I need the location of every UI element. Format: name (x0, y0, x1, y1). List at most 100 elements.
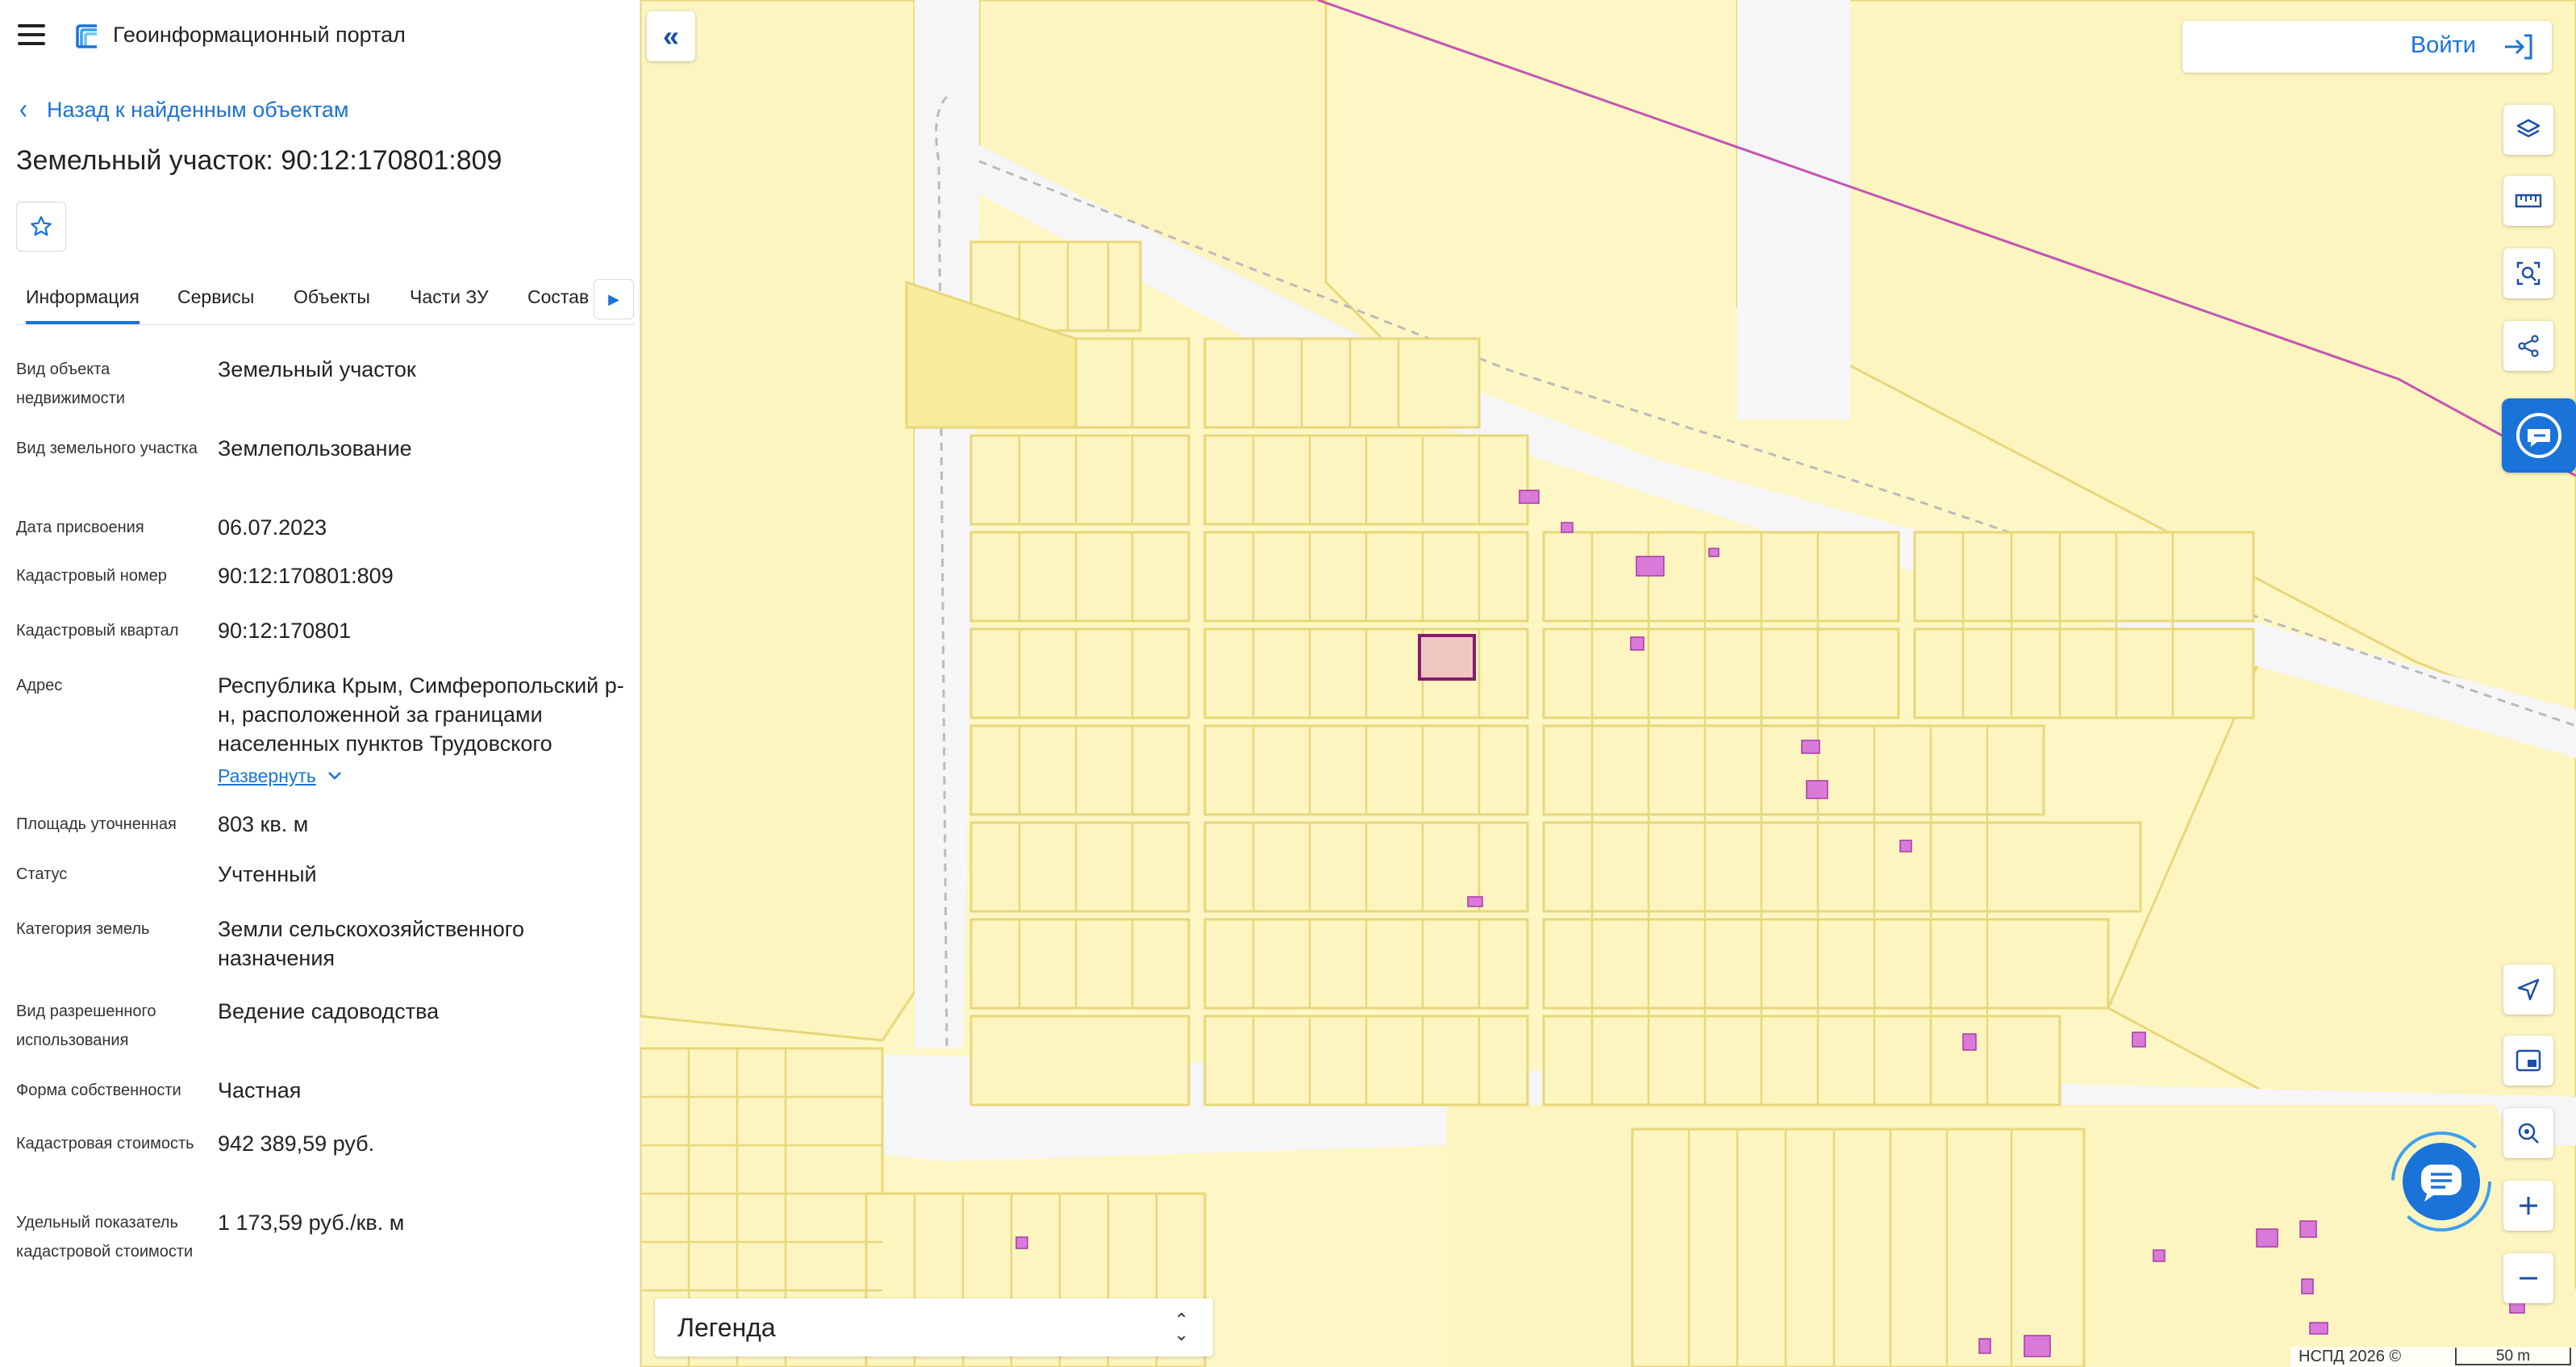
login-button[interactable]: Войти (2182, 21, 2552, 73)
building (1806, 780, 1828, 799)
building (2132, 1032, 2146, 1048)
map-canvas[interactable] (640, 0, 2576, 1367)
building (1561, 522, 1574, 533)
map-parcel-block (1913, 531, 2255, 623)
info-value: Земли сельскохозяйственного назначения (218, 917, 525, 970)
info-value: Частная (218, 1078, 302, 1102)
building (2299, 1220, 2317, 1238)
map-parcel-block (969, 434, 1190, 526)
back-link[interactable]: ‹ Назад к найденным объектам (19, 94, 348, 126)
map-parcel-block (969, 821, 1190, 913)
map-parcel-block (1542, 821, 2142, 913)
zoom-out-button[interactable] (2503, 1253, 2553, 1303)
share-button[interactable] (2503, 321, 2553, 371)
tab-objects[interactable]: Объекты (294, 274, 370, 324)
building (2024, 1335, 2051, 1357)
info-label: Вид земельного участка (16, 440, 198, 457)
scale-bar: 50 m (2455, 1348, 2571, 1365)
info-value: 06.07.2023 (218, 515, 327, 540)
building (2256, 1228, 2278, 1248)
layers-button[interactable] (2503, 105, 2553, 155)
double-chevron-left-icon: « (662, 19, 680, 52)
minimap-button[interactable] (2503, 1036, 2553, 1086)
map-parcel-block (1542, 627, 1900, 719)
info-value: 90:12:170801:809 (218, 564, 394, 588)
info-label: Удельный показатель кадастровой стоимост… (16, 1214, 194, 1261)
info-label: Вид объекта недвижимости (16, 361, 125, 407)
building (1708, 548, 1719, 557)
map-parcel-block (1913, 627, 2255, 719)
legend-panel[interactable]: Легенда ⌃ ⌄ (655, 1298, 1213, 1357)
chevron-down-icon (328, 772, 341, 780)
tab-services[interactable]: Сервисы (177, 274, 254, 324)
info-value: 1 173,59 руб./кв. м (218, 1211, 405, 1235)
info-label: Форма собственности (16, 1082, 181, 1099)
info-panel: Геоинформационный портал ‹ Назад к найде… (0, 0, 640, 1367)
building (1519, 490, 1540, 504)
info-label: Площадь уточненная (16, 815, 177, 833)
panel-header: Геоинформационный портал (0, 0, 640, 74)
login-arrow-icon (2505, 34, 2532, 60)
assistant-icon (2516, 413, 2561, 458)
map-parcel-block (1542, 918, 2110, 1010)
building (1630, 636, 1644, 651)
tab-bar: Информация Сервисы Объекты Части ЗУ Сост… (16, 274, 636, 325)
building (1801, 740, 1820, 754)
zoom-in-button[interactable] (2503, 1181, 2553, 1231)
info-label: Кадастровая стоимость (16, 1135, 194, 1152)
map-attribution: НСПД 2026 © 50 m (2290, 1347, 2576, 1367)
area-search-icon (2516, 261, 2541, 285)
info-label: Кадастровый номер (16, 567, 167, 585)
chat-button[interactable] (2389, 1129, 2494, 1234)
search-location-button[interactable] (2503, 1108, 2553, 1158)
app-title: Геоинформационный портал (113, 23, 406, 47)
building (2309, 1322, 2328, 1335)
map-parcel-block (1203, 337, 1481, 429)
hamburger-icon[interactable] (18, 24, 45, 45)
favorite-button[interactable] (16, 202, 66, 252)
building (1467, 896, 1483, 907)
building (1899, 840, 1912, 852)
cadastral-map[interactable] (640, 0, 2576, 1367)
ruler-button[interactable] (2503, 176, 2553, 226)
expand-label: Развернуть (218, 765, 316, 786)
info-value: Учтенный (218, 862, 317, 886)
address-block: Республика Крым, Симферопольский р-н, ра… (218, 671, 629, 790)
assistant-button[interactable] (2502, 398, 2576, 473)
map-parcel-block (969, 627, 1190, 719)
minus-icon (2520, 1277, 2537, 1280)
share-icon (2518, 335, 2539, 357)
area-search-button[interactable] (2503, 248, 2553, 298)
map-parcel-block (1542, 724, 2045, 816)
map-parcel-block (1631, 1127, 2086, 1367)
info-value: Ведение садоводства (218, 999, 440, 1023)
collapse-panel-button[interactable]: « (647, 11, 695, 61)
object-title: Земельный участок: 90:12:170801:809 (16, 145, 502, 176)
map-parcel-block (969, 918, 1190, 1010)
ruler-icon (2515, 194, 2542, 208)
map-parcel-block (1542, 531, 1900, 623)
tabs-next-button[interactable]: ▶ (594, 279, 634, 319)
building (1978, 1338, 1991, 1354)
info-label: Статус (16, 865, 68, 883)
minimap-icon (2516, 1049, 2541, 1072)
info-value: 803 кв. м (218, 812, 309, 836)
info-value: Республика Крым, Симферопольский р-н, ра… (218, 673, 624, 756)
info-label: Категория земель (16, 920, 150, 938)
tab-composition[interactable]: Состав (527, 274, 589, 324)
expand-address-button[interactable]: Развернуть (218, 761, 342, 790)
chevron-left-icon: ‹ (19, 93, 27, 126)
map-parcel-block (969, 1015, 1190, 1107)
portal-logo[interactable] (73, 23, 102, 52)
info-value: 90:12:170801 (218, 619, 352, 643)
plus-icon (2520, 1197, 2537, 1215)
back-link-label: Назад к найденным объектам (47, 97, 349, 122)
map-parcel-block (969, 724, 1190, 816)
tab-parts[interactable]: Части ЗУ (410, 274, 489, 324)
map-parcel-block (969, 531, 1190, 623)
info-label: Дата присвоения (16, 519, 144, 536)
locate-button[interactable] (2503, 965, 2553, 1015)
selected-parcel (1418, 634, 1476, 681)
tab-information[interactable]: Информация (26, 274, 140, 324)
legend-label: Легенда (677, 1313, 776, 1342)
